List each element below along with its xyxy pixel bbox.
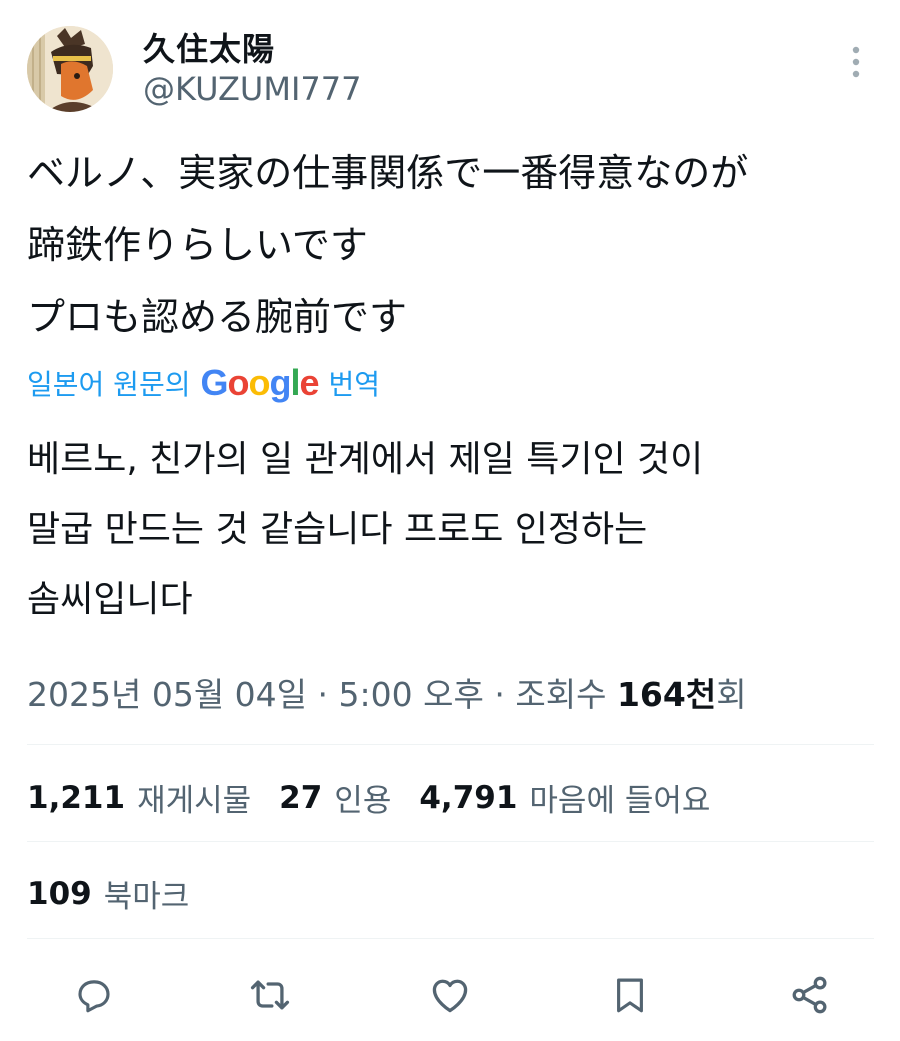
reply-icon: [78, 980, 110, 1013]
retweet-icon: [250, 980, 290, 1010]
divider: [27, 841, 874, 842]
likes-label: 마음에 들어요: [529, 783, 711, 819]
likes-count: 4,791: [419, 779, 518, 816]
more-options-button[interactable]: [838, 40, 874, 84]
google-letter: l: [290, 362, 300, 403]
google-letter: g: [269, 362, 291, 403]
views-label: 조회수: [515, 675, 607, 714]
avatar[interactable]: [27, 26, 113, 112]
author-display-name[interactable]: 久住太陽: [143, 24, 275, 70]
likes-stat[interactable]: 4,791 마음에 들어요: [419, 775, 710, 820]
bookmarks-stat[interactable]: 109 북마크: [27, 871, 189, 916]
translated-text: 베르노, 친가의 일 관계에서 제일 특기인 것이 말굽 만드는 것 같습니다 …: [27, 439, 704, 620]
divider: [27, 744, 874, 745]
meta-separator: ·: [317, 675, 329, 714]
translation-suffix: 번역: [328, 368, 381, 401]
tweet-meta: 2025년 05월 04일 · 5:00 오후 · 조회수 164천회: [27, 668, 747, 716]
bookmark-stats: 109 북마크: [27, 866, 217, 921]
share-button[interactable]: [785, 970, 835, 1020]
reposts-stat[interactable]: 1,211 재게시물: [27, 775, 251, 820]
google-letter: e: [299, 362, 320, 403]
tweet-text: ベルノ、実家の仕事関係で一番得意なのが 蹄鉄作りらしいです プロも認める腕前です: [27, 151, 749, 339]
tweet-time[interactable]: 5:00 오후: [339, 675, 484, 714]
bookmarks-label: 북마크: [103, 879, 190, 915]
divider: [27, 938, 874, 939]
meta-separator: ·: [494, 675, 505, 714]
author-handle[interactable]: @KUZUMI777: [143, 70, 361, 108]
translation-link[interactable]: 일본어 원문의 Google 번역: [27, 359, 380, 407]
share-icon: [792, 976, 827, 1014]
bookmark-button[interactable]: [605, 970, 655, 1020]
translation-prefix: 일본어 원문의: [27, 368, 191, 401]
google-letter: o: [227, 362, 249, 403]
bookmarks-count: 109: [27, 875, 92, 912]
more-vertical-icon: [852, 46, 860, 78]
google-letter: o: [248, 362, 270, 403]
google-logo: Google: [200, 362, 320, 404]
quotes-label: 인용: [334, 783, 392, 819]
like-button[interactable]: [425, 970, 475, 1020]
avatar-illustration-icon: [27, 26, 113, 112]
tweet-date[interactable]: 2025년 05월 04일: [27, 675, 307, 714]
bookmark-icon: [617, 978, 643, 1013]
quotes-stat[interactable]: 27 인용: [279, 775, 391, 820]
like-icon: [432, 979, 468, 1013]
engagement-stats: 1,211 재게시물 27 인용 4,791 마음에 들어요: [27, 770, 738, 825]
views-suffix: 회: [716, 675, 747, 714]
quotes-count: 27: [279, 779, 323, 816]
retweet-button[interactable]: [245, 970, 295, 1020]
reposts-label: 재게시물: [137, 783, 252, 819]
google-letter: G: [200, 362, 228, 403]
reposts-count: 1,211: [27, 779, 126, 816]
reply-button[interactable]: [69, 970, 119, 1020]
views-count: 164천: [616, 675, 717, 714]
tweet-header: 久住太陽 @KUZUMI777: [0, 0, 900, 125]
action-bar: [0, 960, 900, 1030]
